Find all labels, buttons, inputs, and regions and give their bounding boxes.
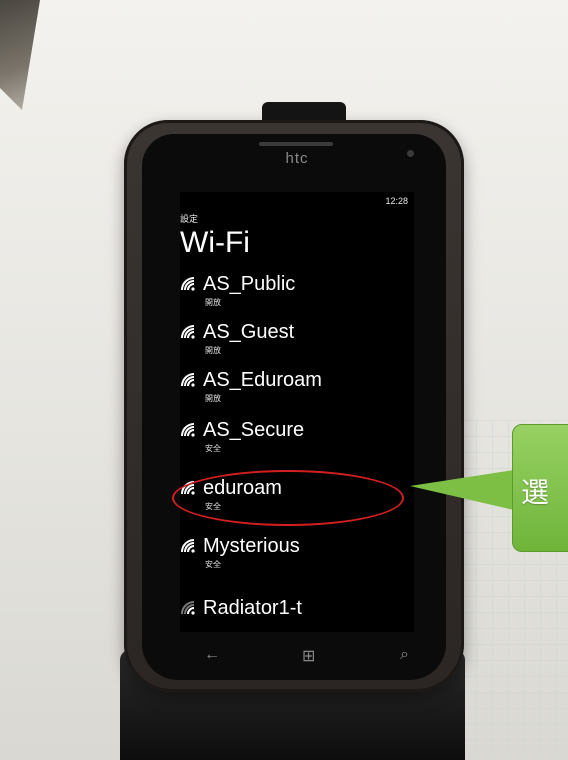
network-name: AS_Secure bbox=[203, 419, 305, 441]
windows-start-icon[interactable]: ⊞ bbox=[302, 646, 315, 666]
wifi-strong-icon bbox=[181, 277, 195, 291]
network-item-as-public[interactable]: AS_Public 開放 bbox=[180, 272, 414, 318]
callout-box: 選 bbox=[512, 424, 568, 552]
network-status: 開放 bbox=[205, 298, 221, 307]
network-item-as-secure[interactable]: AS_Secure 安全 bbox=[180, 418, 414, 464]
back-button-icon[interactable]: ← bbox=[204, 646, 220, 664]
phone-bezel: htc 12:28 設定 Wi-Fi AS_Public 開放 AS_Guest… bbox=[142, 134, 446, 680]
network-name: AS_Guest bbox=[203, 321, 295, 343]
status-time: 12:28 bbox=[385, 196, 408, 206]
phone-body: htc 12:28 設定 Wi-Fi AS_Public 開放 AS_Guest… bbox=[124, 120, 464, 692]
network-name: Mysterious bbox=[203, 535, 300, 557]
speaker-grille bbox=[259, 142, 333, 146]
front-camera bbox=[407, 150, 414, 157]
network-item-radiator1-t[interactable]: Radiator1-t bbox=[180, 596, 414, 632]
wifi-strong-icon bbox=[181, 423, 195, 437]
wifi-strong-icon bbox=[181, 539, 195, 553]
network-name: Radiator1-t bbox=[203, 597, 302, 619]
network-item-as-eduroam[interactable]: AS_Eduroam 開放 bbox=[180, 368, 414, 414]
network-status: 安全 bbox=[205, 444, 221, 453]
network-item-mysterious[interactable]: Mysterious 安全 bbox=[180, 534, 414, 580]
network-name: AS_Public bbox=[203, 273, 296, 295]
wifi-strong-icon bbox=[181, 325, 195, 339]
network-item-as-guest[interactable]: AS_Guest 開放 bbox=[180, 320, 414, 366]
network-status: 開放 bbox=[205, 394, 221, 403]
network-status: 開放 bbox=[205, 346, 221, 355]
highlight-ring bbox=[172, 470, 404, 526]
breadcrumb: 設定 bbox=[180, 214, 199, 224]
callout-text: 選 bbox=[521, 476, 550, 509]
network-name: AS_Eduroam bbox=[203, 369, 322, 391]
wifi-weak-icon bbox=[181, 601, 195, 615]
search-button-icon[interactable]: ⌕ bbox=[400, 646, 409, 664]
wifi-strong-icon bbox=[181, 373, 195, 387]
phone-screen: 12:28 設定 Wi-Fi AS_Public 開放 AS_Guest 開放 … bbox=[180, 192, 414, 632]
page-title: Wi-Fi bbox=[180, 226, 250, 259]
network-status: 安全 bbox=[205, 560, 221, 569]
brand-logo: htc bbox=[285, 150, 309, 167]
